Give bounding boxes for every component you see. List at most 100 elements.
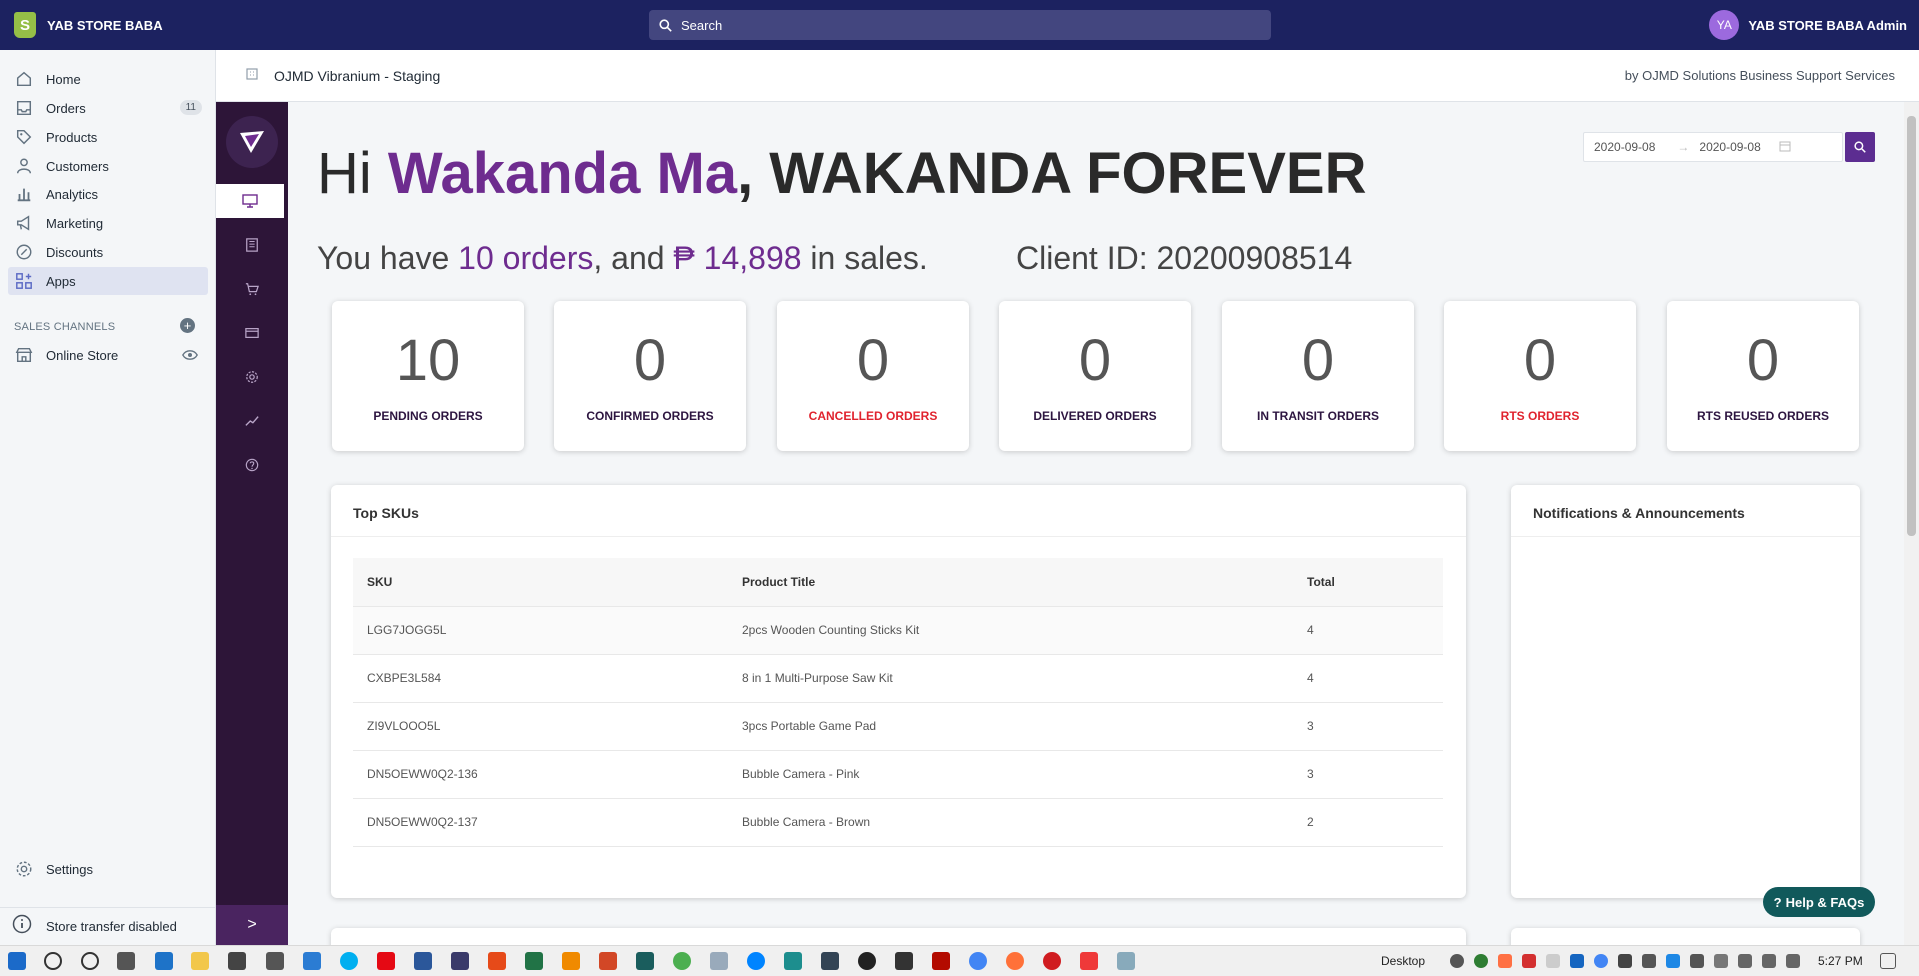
home-icon (14, 69, 34, 89)
stat-card-confirmed[interactable]: 0 CONFIRMED ORDERS (554, 301, 746, 451)
sidebar-item-home[interactable]: Home (8, 65, 208, 93)
date-range-picker[interactable]: 2020-09-08 → 2020-09-08 (1583, 132, 1843, 162)
wifi-icon[interactable] (1738, 954, 1752, 968)
app-icon[interactable] (858, 952, 876, 970)
app-icon[interactable] (784, 952, 802, 970)
greeting-heading: Hi Wakanda Ma, WAKANDA FOREVER (317, 140, 1366, 207)
sidebar-item-settings[interactable]: Settings (8, 855, 208, 883)
app-building-icon (246, 67, 258, 85)
edge-icon[interactable] (155, 952, 173, 970)
store-app-icon[interactable] (228, 952, 246, 970)
eye-icon[interactable] (182, 347, 198, 368)
sidebar-item-marketing[interactable]: Marketing (8, 209, 208, 237)
app-nav-store[interactable] (216, 228, 288, 262)
app-icon[interactable] (895, 952, 913, 970)
sidebar-item-online-store[interactable]: Online Store (8, 341, 208, 369)
user-menu[interactable]: YA YAB STORE BABA Admin (1709, 10, 1907, 40)
sidebar-item-products[interactable]: Products (8, 123, 208, 151)
date-end[interactable]: 2020-09-08 (1699, 140, 1760, 154)
sidebar-item-analytics[interactable]: Analytics (8, 180, 208, 208)
date-search-button[interactable] (1845, 132, 1875, 162)
messenger-icon[interactable] (747, 952, 765, 970)
app-icon[interactable] (710, 952, 728, 970)
date-start[interactable]: 2020-09-08 (1594, 140, 1655, 154)
expand-sidebar-button[interactable]: > (216, 905, 288, 945)
app-logo[interactable] (226, 116, 278, 168)
tray-icon[interactable] (1450, 954, 1464, 968)
sidebar-item-customers[interactable]: Customers (8, 152, 208, 180)
vlc-icon[interactable] (562, 952, 580, 970)
table-row[interactable]: ZI9VLOOO5L 3pcs Portable Game Pad 3 (353, 702, 1443, 751)
tray-icon[interactable] (1594, 954, 1608, 968)
add-sales-channel-button[interactable]: + (180, 318, 195, 333)
page-scrollbar[interactable] (1904, 102, 1919, 945)
app-icon[interactable] (1117, 952, 1135, 970)
stat-card-rts[interactable]: 0 RTS ORDERS (1444, 301, 1636, 451)
stat-card-delivered[interactable]: 0 DELIVERED ORDERS (999, 301, 1191, 451)
app-icon[interactable] (451, 952, 469, 970)
column-header-total[interactable]: Total (1293, 558, 1443, 607)
app-nav-dashboard[interactable] (216, 184, 284, 218)
speaker-icon[interactable] (1762, 954, 1776, 968)
shield-icon[interactable] (1690, 954, 1704, 968)
tray-icon[interactable] (1570, 954, 1584, 968)
table-row[interactable]: DN5OEWW0Q2-137 Bubble Camera - Brown 2 (353, 798, 1443, 847)
task-view-icon[interactable] (117, 952, 135, 970)
sidebar-item-apps[interactable]: Apps (8, 267, 208, 295)
battery-icon[interactable] (1714, 954, 1728, 968)
store-transfer-notice[interactable]: Store transfer disabled (0, 907, 215, 945)
opera-icon[interactable] (1043, 952, 1061, 970)
mail-icon[interactable] (266, 952, 284, 970)
tray-icon[interactable] (1522, 954, 1536, 968)
table-row[interactable]: LGG7JOGG5L 2pcs Wooden Counting Sticks K… (353, 606, 1443, 655)
tray-icon[interactable] (1546, 954, 1560, 968)
file-explorer-icon[interactable] (191, 952, 209, 970)
stat-card-in-transit[interactable]: 0 IN TRANSIT ORDERS (1222, 301, 1414, 451)
taskbar-desktop-label[interactable]: Desktop (1381, 954, 1425, 968)
office-icon[interactable] (488, 952, 506, 970)
store-brand[interactable]: S YAB STORE BABA (0, 12, 300, 38)
language-icon[interactable] (1786, 954, 1800, 968)
column-header-sku[interactable]: SKU (353, 558, 728, 607)
outlook-icon[interactable] (303, 952, 321, 970)
scroll-thumb[interactable] (1907, 116, 1916, 536)
sidebar-item-discounts[interactable]: Discounts (8, 238, 208, 266)
tray-icon[interactable] (1474, 954, 1488, 968)
tray-icon[interactable] (1618, 954, 1632, 968)
taskbar-clock[interactable]: 5:27 PM (1818, 954, 1863, 968)
app-nav-analytics[interactable] (216, 404, 288, 438)
app-nav-help[interactable] (216, 448, 288, 482)
app-nav-cart[interactable] (216, 272, 288, 306)
table-row[interactable]: CXBPE3L584 8 in 1 Multi-Purpose Saw Kit … (353, 654, 1443, 703)
windows-start-icon[interactable] (8, 952, 26, 970)
sidebar-item-orders[interactable]: Orders 11 (8, 94, 208, 122)
volume-icon[interactable] (1642, 954, 1656, 968)
app-nav-settings[interactable] (216, 360, 288, 394)
excel-icon[interactable] (525, 952, 543, 970)
help-faqs-button[interactable]: ? Help & FAQs (1763, 887, 1875, 917)
app-icon[interactable] (636, 952, 654, 970)
column-header-product-title[interactable]: Product Title (728, 558, 1293, 607)
word-icon[interactable] (414, 952, 432, 970)
vivaldi-icon[interactable] (1080, 952, 1098, 970)
stat-label: DELIVERED ORDERS (1033, 409, 1157, 423)
stat-card-rts-reused[interactable]: 0 RTS REUSED ORDERS (1667, 301, 1859, 451)
app-icon[interactable] (673, 952, 691, 970)
tray-icon[interactable] (1498, 954, 1512, 968)
table-row[interactable]: DN5OEWW0Q2-136 Bubble Camera - Pink 3 (353, 750, 1443, 799)
search-input[interactable]: Search (649, 10, 1271, 40)
cortana-icon[interactable] (81, 952, 99, 970)
powerpoint-icon[interactable] (599, 952, 617, 970)
chrome-icon[interactable] (969, 952, 987, 970)
netflix-icon[interactable] (377, 952, 395, 970)
taskbar-search-icon[interactable] (44, 952, 62, 970)
stat-card-pending[interactable]: 10 PENDING ORDERS (332, 301, 524, 451)
acrobat-icon[interactable] (932, 952, 950, 970)
app-icon[interactable] (821, 952, 839, 970)
action-center-icon[interactable] (1880, 953, 1896, 969)
stat-card-cancelled[interactable]: 0 CANCELLED ORDERS (777, 301, 969, 451)
bluetooth-icon[interactable] (1666, 954, 1680, 968)
app-nav-billing[interactable] (216, 316, 288, 350)
skype-icon[interactable] (340, 952, 358, 970)
firefox-icon[interactable] (1006, 952, 1024, 970)
